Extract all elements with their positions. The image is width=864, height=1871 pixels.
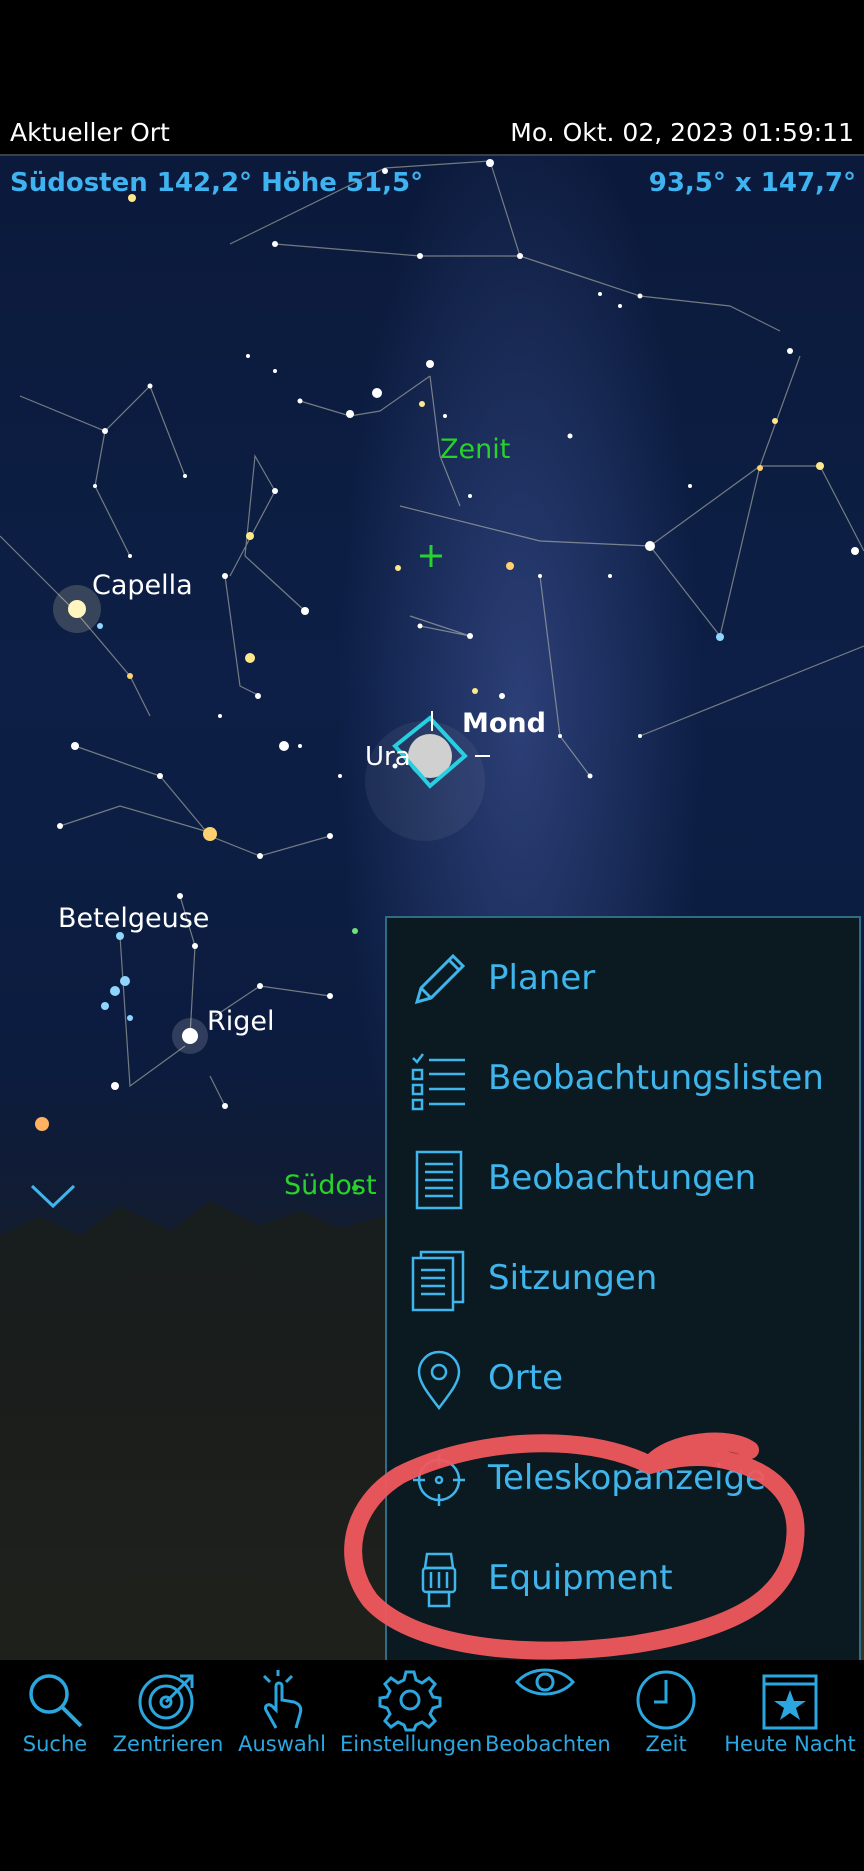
bottom-toolbar: Suche Zentrieren Auswahl Einstellungen B… — [0, 1660, 864, 1770]
pencil-icon — [414, 953, 466, 1005]
toolbar-label: Heute Nacht — [724, 1732, 856, 1756]
toolbar-heute-nacht[interactable]: Heute Nacht — [722, 1660, 858, 1770]
toolbar-einstellungen[interactable]: Einstellungen — [340, 1660, 483, 1770]
toolbar-auswahl[interactable]: Auswahl — [234, 1660, 330, 1770]
menu-item-label: Orte — [488, 1358, 563, 1398]
direction-altitude-readout: Südosten 142,2° Höhe 51,5° — [10, 168, 424, 198]
uranus-label[interactable]: Ura — [365, 742, 411, 772]
toolbar-label: Suche — [22, 1732, 88, 1756]
toolbar-zeit[interactable]: Zeit — [624, 1660, 708, 1770]
gear-icon — [378, 1670, 442, 1732]
menu-item-label: Planer — [488, 958, 596, 998]
collapse-chevron-icon[interactable] — [30, 1184, 76, 1209]
menu-item-planer[interactable]: Planer — [387, 930, 859, 1030]
star-calendar-icon — [762, 1674, 818, 1730]
menu-item-label: Beobachtungen — [488, 1158, 757, 1198]
location-pin-icon — [417, 1350, 461, 1411]
capella-label[interactable]: Capella — [92, 570, 193, 601]
documents-stack-icon — [411, 1250, 465, 1312]
system-navigation-area — [0, 1770, 864, 1871]
menu-item-sitzungen[interactable]: Sitzungen — [387, 1230, 859, 1330]
toolbar-label: Beobachten — [485, 1732, 611, 1756]
checklist-icon — [411, 1053, 465, 1111]
moon-label[interactable]: Mond — [462, 708, 546, 739]
menu-item-label: Beobachtungslisten — [488, 1058, 824, 1098]
annotation-highlight — [344, 1432, 805, 1660]
rigel-label[interactable]: Rigel — [207, 1006, 275, 1037]
top-info-bar: Aktueller Ort Mo. Okt. 02, 2023 01:59:11 — [0, 112, 864, 156]
field-of-view-readout: 93,5° x 147,7° — [648, 168, 856, 198]
datetime-label[interactable]: Mo. Okt. 02, 2023 01:59:11 — [510, 118, 854, 147]
toolbar-label: Einstellungen — [340, 1732, 483, 1756]
menu-item-beobachtungen[interactable]: Beobachtungen — [387, 1130, 859, 1230]
menu-item-beobachtungslisten[interactable]: Beobachtungslisten — [387, 1030, 859, 1130]
toolbar-beobachten[interactable]: Beobachten — [485, 1660, 611, 1770]
zenith-label: Zenit — [440, 434, 511, 465]
toolbar-label: Zeit — [645, 1732, 687, 1756]
target-icon — [138, 1674, 194, 1730]
horizon-direction-label: Südost — [284, 1170, 377, 1201]
menu-item-label: Sitzungen — [488, 1258, 658, 1298]
toolbar-label: Zentrieren — [112, 1732, 224, 1756]
toolbar-label: Auswahl — [238, 1732, 326, 1756]
document-icon — [415, 1150, 463, 1210]
eye-icon — [515, 1668, 575, 1696]
location-label: Aktueller Ort — [10, 118, 170, 147]
system-status-bar — [0, 0, 864, 112]
search-icon — [29, 1674, 83, 1728]
toolbar-search[interactable]: Suche — [10, 1660, 100, 1770]
betelgeuse-label[interactable]: Betelgeuse — [58, 903, 209, 934]
toolbar-zentrieren[interactable]: Zentrieren — [112, 1660, 224, 1770]
hand-pointer-icon — [262, 1670, 303, 1729]
clock-icon — [636, 1670, 696, 1730]
